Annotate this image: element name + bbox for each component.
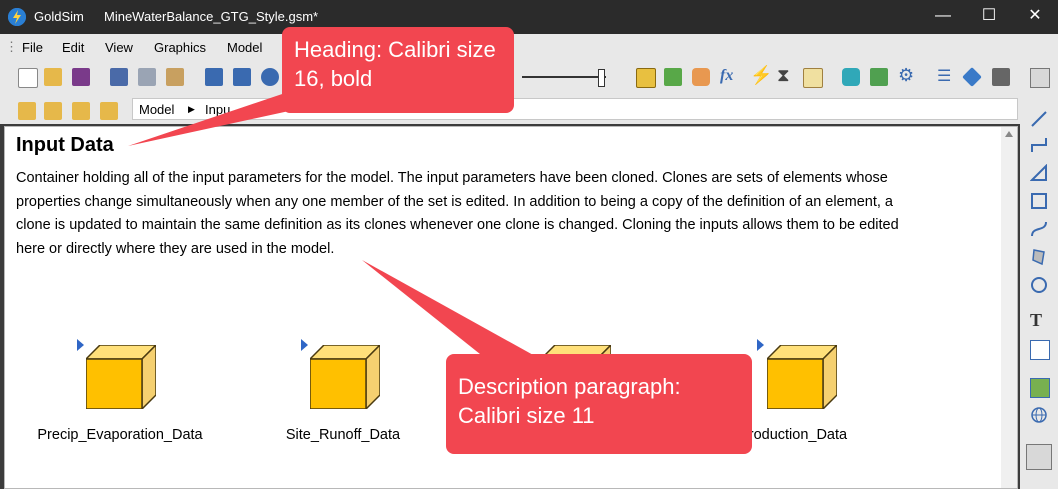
hierarchy-icon[interactable] xyxy=(205,68,223,86)
folder-up-icon[interactable] xyxy=(44,102,62,120)
institution-icon[interactable] xyxy=(870,68,888,86)
scroll-up-icon[interactable] xyxy=(1005,131,1013,137)
menu-graphics[interactable]: Graphics xyxy=(154,40,206,55)
container-description: Container holding all of the input param… xyxy=(16,170,899,257)
close-icon: ✕ xyxy=(1028,7,1042,24)
folder-prev-icon[interactable] xyxy=(72,102,90,120)
curve-icon[interactable] xyxy=(1030,220,1048,238)
find-icon[interactable] xyxy=(261,68,279,86)
breadcrumb-separator-icon: ▶ xyxy=(188,104,195,114)
browser-icon[interactable] xyxy=(1030,68,1050,88)
gear-icon[interactable]: ⚙ xyxy=(898,65,916,85)
units-icon[interactable] xyxy=(992,68,1010,86)
text-icon[interactable]: T xyxy=(1030,310,1048,330)
folder-back-icon[interactable] xyxy=(18,102,36,120)
cut-icon[interactable] xyxy=(110,68,128,86)
zoom-slider-thumb[interactable] xyxy=(598,69,605,87)
heading-callout: Heading: Calibri size 16, bold xyxy=(282,27,514,113)
new-file-icon[interactable] xyxy=(18,68,38,88)
globe-icon[interactable] xyxy=(1030,406,1048,424)
list-icon[interactable]: ☰ xyxy=(937,66,955,85)
container-icon[interactable] xyxy=(692,68,710,86)
menu-model[interactable]: Model xyxy=(227,40,262,55)
description-callout: Description paragraph: Calibri size 11 xyxy=(446,354,752,454)
breadcrumb: Model ▶ Inpu xyxy=(132,98,1018,120)
timer-icon[interactable]: ⧗ xyxy=(777,65,795,85)
file-title: MineWaterBalance_GTG_Style.gsm* xyxy=(104,9,319,24)
minimize-icon: — xyxy=(935,7,951,24)
container-element-runoff[interactable]: Site_Runoff_Data xyxy=(233,339,453,449)
element-label: _Production_Data xyxy=(731,427,848,443)
line-icon[interactable] xyxy=(1030,110,1048,128)
open-folder-icon[interactable] xyxy=(44,68,62,86)
container-cube-icon xyxy=(767,345,837,409)
reservoir-icon[interactable] xyxy=(842,68,860,86)
rectangle-icon[interactable] xyxy=(1030,192,1048,210)
ellipse-icon[interactable] xyxy=(1030,276,1048,294)
container-cube-icon xyxy=(86,345,156,409)
tag-icon[interactable] xyxy=(962,67,982,87)
expand-marker-icon[interactable] xyxy=(77,339,84,351)
expand-marker-icon[interactable] xyxy=(301,339,308,351)
maximize-icon: ☐ xyxy=(981,7,997,24)
text-box-icon[interactable] xyxy=(1030,340,1050,360)
element-label: Precip_Evaporation_Data xyxy=(37,427,203,443)
title-bar: GoldSim MineWaterBalance_GTG_Style.gsm* … xyxy=(0,0,1058,34)
image-icon[interactable] xyxy=(1030,378,1050,398)
goldsim-logo-icon xyxy=(8,8,26,26)
minimize-button[interactable]: — xyxy=(920,0,966,34)
function-icon[interactable]: fx xyxy=(720,67,738,85)
close-button[interactable]: ✕ xyxy=(1012,0,1058,34)
copy-icon[interactable] xyxy=(138,68,156,86)
menu-edit[interactable]: Edit xyxy=(62,40,84,55)
connector-icon[interactable] xyxy=(1030,136,1048,154)
menu-view[interactable]: View xyxy=(105,40,133,55)
element-label: Site_Runoff_Data xyxy=(285,427,401,443)
triangle-icon[interactable] xyxy=(1030,164,1048,182)
breadcrumb-root[interactable]: Model xyxy=(139,102,174,117)
grip-icon: ⋮ xyxy=(5,39,18,54)
graphics-pane-icon[interactable] xyxy=(1026,444,1052,470)
container-heading: Input Data xyxy=(16,134,114,156)
app-name: GoldSim xyxy=(34,9,84,24)
menu-file[interactable]: File xyxy=(22,40,43,55)
paste-icon[interactable] xyxy=(166,68,184,86)
export-icon[interactable] xyxy=(664,68,682,86)
event-icon[interactable]: ⚡ xyxy=(750,65,772,85)
container-cube-icon xyxy=(310,345,380,409)
folder-next-icon[interactable] xyxy=(100,102,118,120)
zoom-slider[interactable] xyxy=(522,69,606,87)
container-element-precip[interactable]: Precip_Evaporation_Data xyxy=(10,339,230,449)
grid-icon[interactable] xyxy=(636,68,656,88)
graphics-toolbar: T xyxy=(1020,60,1058,489)
breadcrumb-current[interactable]: Inpu xyxy=(205,102,230,117)
maximize-button[interactable]: ☐ xyxy=(966,0,1012,34)
vertical-scrollbar[interactable] xyxy=(1001,127,1017,488)
polygon-icon[interactable] xyxy=(1030,248,1048,266)
menu-bar: ⋮ File Edit View Graphics Model xyxy=(0,34,1058,60)
comment-icon[interactable] xyxy=(233,68,251,86)
expand-marker-icon[interactable] xyxy=(757,339,764,351)
save-icon[interactable] xyxy=(72,68,90,86)
chart-icon[interactable] xyxy=(803,68,823,88)
